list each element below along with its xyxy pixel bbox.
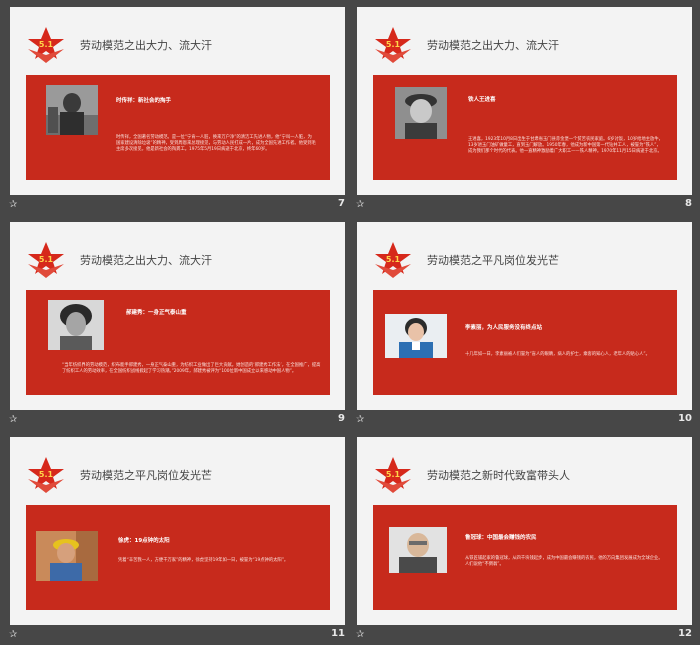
portrait-image bbox=[46, 85, 98, 135]
slide-title: 劳动模范之新时代致富带头人 bbox=[427, 469, 570, 482]
svg-text:5.1: 5.1 bbox=[39, 40, 54, 49]
star-logo-icon: 5.1 bbox=[28, 242, 64, 278]
slide-title: 劳动模范之平凡岗位发光芒 bbox=[427, 254, 559, 267]
portrait-image bbox=[385, 314, 447, 358]
slide-transition-icon[interactable]: ✰ bbox=[356, 199, 368, 211]
slide-thumbnail-12[interactable]: 5.1 劳动模范之新时代致富带头人 鲁冠球：中国最会赚钱的农民 从铁匠铺起家的鲁… bbox=[350, 430, 698, 645]
person-description: 凭着“辛苦我一人，方便千万家”的精神，徐虎坚持19年如一日，被誉为“19点钟的太… bbox=[118, 558, 289, 563]
star-logo-icon: 5.1 bbox=[375, 242, 411, 278]
slide-transition-icon[interactable]: ✰ bbox=[9, 414, 21, 426]
content-band: 李素丽，为人民服务没有终点站 十几年如一日，李素丽被人们誉为“盲人的眼睛，病人的… bbox=[373, 290, 677, 395]
portrait-image bbox=[395, 87, 447, 139]
person-description: 王进喜，1923年10月8日出生于甘肃省玉门县赤金堡一个贫苦农民家庭。6岁讨饭，… bbox=[468, 137, 663, 155]
slide-footer: ✰ 11 bbox=[3, 627, 351, 645]
slide-transition-icon[interactable]: ✰ bbox=[356, 629, 368, 641]
svg-text:5.1: 5.1 bbox=[386, 255, 401, 264]
portrait-image bbox=[36, 531, 98, 581]
portrait-photo bbox=[46, 85, 98, 135]
slide-footer: ✰ 8 bbox=[350, 197, 698, 215]
portrait-photo bbox=[389, 527, 447, 573]
slide-canvas: 5.1 劳动模范之出大力、流大汗 时传祥：新社会的掏手 时传祥，全国著名劳动模范… bbox=[10, 7, 345, 195]
slide-number: 8 bbox=[685, 198, 692, 209]
slide-number: 9 bbox=[338, 413, 345, 424]
star-logo-icon: 5.1 bbox=[28, 457, 64, 493]
slide-title: 劳动模范之出大力、流大汗 bbox=[80, 254, 212, 267]
person-name: 李素丽，为人民服务没有终点站 bbox=[465, 325, 543, 331]
content-band: 时传祥：新社会的掏手 时传祥，全国著名劳动模范。是一位“宁肯一人脏，换来万户净”… bbox=[26, 75, 330, 180]
svg-text:5.1: 5.1 bbox=[386, 40, 401, 49]
slide-transition-icon[interactable]: ✰ bbox=[9, 629, 21, 641]
slide-thumbnail-10[interactable]: 5.1 劳动模范之平凡岗位发光芒 李素丽，为人民服务没有终点站 十几年如一日，李… bbox=[350, 215, 698, 430]
slide-canvas: 5.1 劳动模范之出大力、流大汗 铁人王进喜 王进喜，1923年10月8日出生于… bbox=[357, 7, 692, 195]
slide-footer: ✰ 12 bbox=[350, 627, 698, 645]
person-name: 时传祥：新社会的掏手 bbox=[116, 98, 172, 104]
slide-title: 劳动模范之出大力、流大汗 bbox=[80, 39, 212, 52]
person-description: 从铁匠铺起家的鲁冠球，从四千块钱起步，成为中国最会赚钱的农民，他的万向集团发展成… bbox=[465, 556, 663, 568]
slide-canvas: 5.1 劳动模范之新时代致富带头人 鲁冠球：中国最会赚钱的农民 从铁匠铺起家的鲁… bbox=[357, 437, 692, 625]
person-name: 郝建秀：一身正气泰山重 bbox=[126, 310, 187, 316]
slide-canvas: 5.1 劳动模范之平凡岗位发光芒 李素丽，为人民服务没有终点站 十几年如一日，李… bbox=[357, 222, 692, 410]
slide-footer: ✰ 7 bbox=[3, 197, 351, 215]
slide-number: 11 bbox=[331, 628, 345, 639]
portrait-photo bbox=[36, 531, 98, 581]
portrait-photo bbox=[395, 87, 447, 139]
svg-text:5.1: 5.1 bbox=[386, 470, 401, 479]
content-band: 郝建秀：一身正气泰山重 “当年纺织界的劳动模范，织布能手郝建秀，一身正气泰山重，… bbox=[26, 290, 330, 395]
person-description: 时传祥，全国著名劳动模范。是一位“宁肯一人脏，换来万户净”的清洁工先进人物，他“… bbox=[116, 135, 316, 153]
slide-sorter-grid: 5.1 劳动模范之出大力、流大汗 时传祥：新社会的掏手 时传祥，全国著名劳动模范… bbox=[0, 0, 700, 644]
slide-number: 10 bbox=[678, 413, 692, 424]
portrait-photo bbox=[385, 314, 447, 358]
svg-text:5.1: 5.1 bbox=[39, 470, 54, 479]
slide-canvas: 5.1 劳动模范之平凡岗位发光芒 徐虎：19点钟的太阳 凭着“辛苦我一人，方便千… bbox=[10, 437, 345, 625]
star-logo-icon: 5.1 bbox=[375, 457, 411, 493]
star-logo-icon: 5.1 bbox=[375, 27, 411, 63]
star-logo-icon: 5.1 bbox=[28, 27, 64, 63]
svg-text:5.1: 5.1 bbox=[39, 255, 54, 264]
slide-canvas: 5.1 劳动模范之出大力、流大汗 郝建秀：一身正气泰山重 “当年纺织界的劳动模范… bbox=[10, 222, 345, 410]
slide-transition-icon[interactable]: ✰ bbox=[9, 199, 21, 211]
content-band: 铁人王进喜 王进喜，1923年10月8日出生于甘肃省玉门县赤金堡一个贫苦农民家庭… bbox=[373, 75, 677, 180]
portrait-image bbox=[389, 527, 447, 573]
portrait-image bbox=[48, 300, 104, 350]
slide-number: 12 bbox=[678, 628, 692, 639]
slide-thumbnail-7[interactable]: 5.1 劳动模范之出大力、流大汗 时传祥：新社会的掏手 时传祥，全国著名劳动模范… bbox=[3, 0, 351, 215]
portrait-photo bbox=[48, 300, 104, 350]
slide-title: 劳动模范之平凡岗位发光芒 bbox=[80, 469, 212, 482]
person-name: 鲁冠球：中国最会赚钱的农民 bbox=[465, 535, 537, 541]
person-description: “当年纺织界的劳动模范，织布能手郝建秀，一身正气泰山重，为纺织工业做出了巨大贡献… bbox=[62, 363, 321, 375]
person-name: 铁人王进喜 bbox=[468, 97, 496, 103]
slide-title: 劳动模范之出大力、流大汗 bbox=[427, 39, 559, 52]
slide-footer: ✰ 9 bbox=[3, 412, 351, 430]
slide-thumbnail-11[interactable]: 5.1 劳动模范之平凡岗位发光芒 徐虎：19点钟的太阳 凭着“辛苦我一人，方便千… bbox=[3, 430, 351, 645]
slide-footer: ✰ 10 bbox=[350, 412, 698, 430]
slide-thumbnail-8[interactable]: 5.1 劳动模范之出大力、流大汗 铁人王进喜 王进喜，1923年10月8日出生于… bbox=[350, 0, 698, 215]
content-band: 鲁冠球：中国最会赚钱的农民 从铁匠铺起家的鲁冠球，从四千块钱起步，成为中国最会赚… bbox=[373, 505, 677, 610]
slide-thumbnail-9[interactable]: 5.1 劳动模范之出大力、流大汗 郝建秀：一身正气泰山重 “当年纺织界的劳动模范… bbox=[3, 215, 351, 430]
person-name: 徐虎：19点钟的太阳 bbox=[118, 538, 170, 544]
person-description: 十几年如一日，李素丽被人们誉为“盲人的眼睛，病人的护士，乘客的知心人，老年人的贴… bbox=[465, 352, 650, 357]
slide-transition-icon[interactable]: ✰ bbox=[356, 414, 368, 426]
content-band: 徐虎：19点钟的太阳 凭着“辛苦我一人，方便千万家”的精神，徐虎坚持19年如一日… bbox=[26, 505, 330, 610]
slide-number: 7 bbox=[338, 198, 345, 209]
